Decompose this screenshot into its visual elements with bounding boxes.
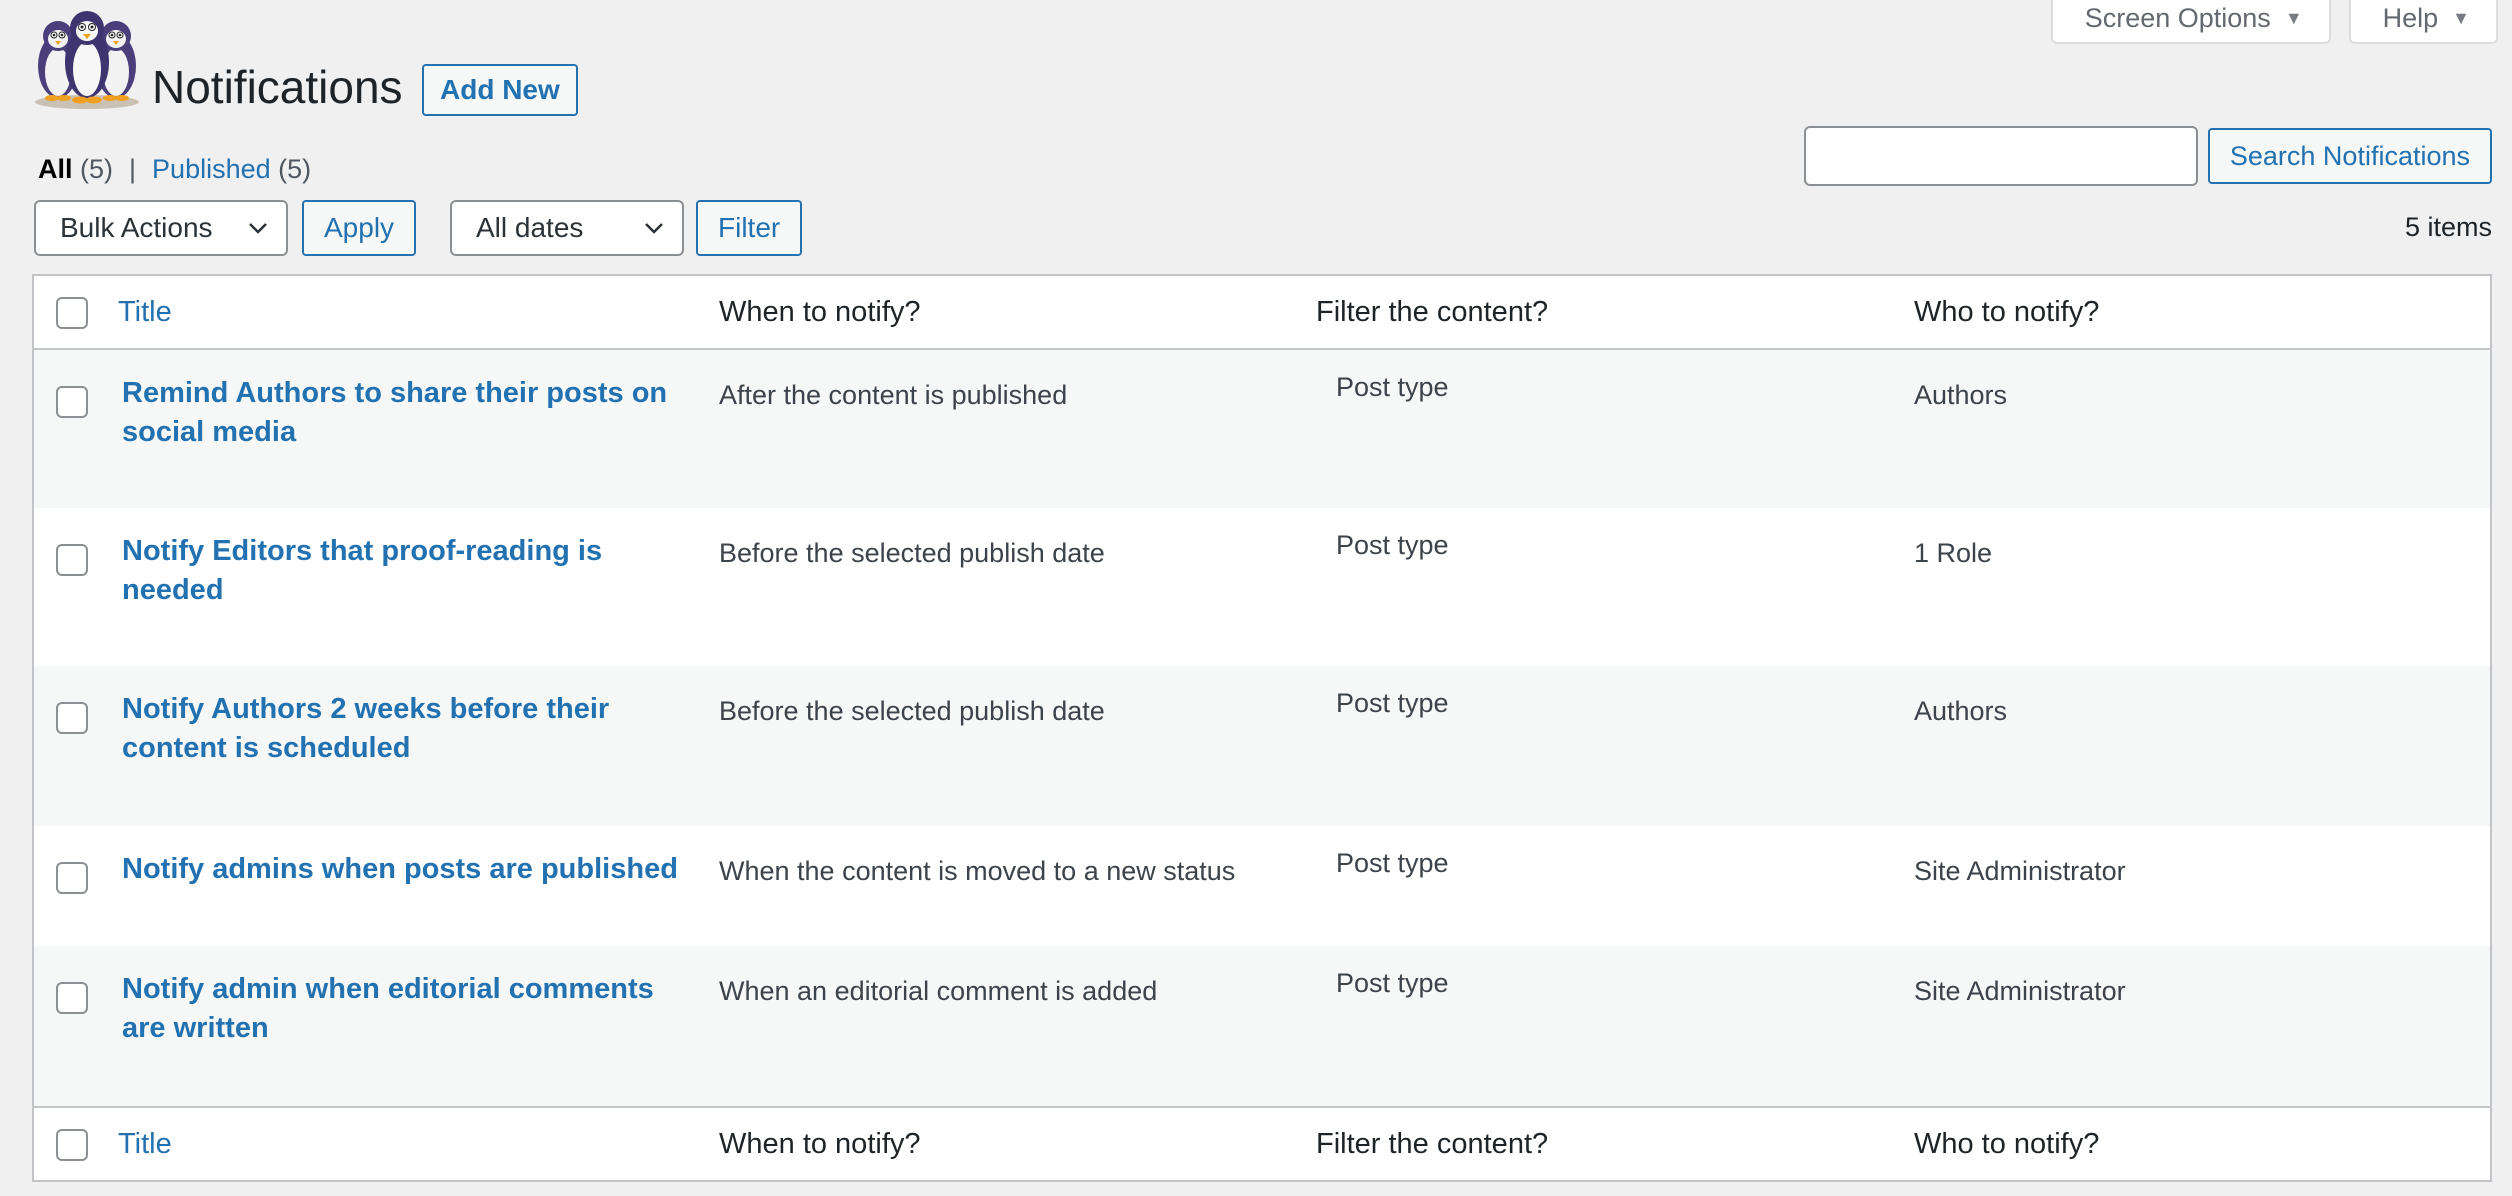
dates-value: All dates [476, 212, 584, 243]
bulk-actions-select[interactable]: Bulk Actions [34, 200, 288, 256]
title-line: Notify admin when editorial comments [122, 973, 654, 1005]
notification-title-link[interactable]: Notify Editors that proof-reading is nee… [122, 532, 682, 610]
penguins-logo [35, 11, 139, 109]
column-title-sortable-footer[interactable]: Title [118, 1128, 172, 1161]
search-notifications-button[interactable]: Search Notifications [2207, 128, 2492, 184]
notification-title-link[interactable]: Remind Authors to share their posts on s… [122, 374, 682, 452]
column-filter-footer: Filter the content? [1316, 1128, 1549, 1160]
when-cell: When the content is moved to a new statu… [719, 856, 1236, 886]
who-cell: Authors [1914, 696, 2008, 726]
filter-button[interactable]: Filter [696, 200, 803, 256]
column-when: When to notify? [719, 296, 921, 328]
view-all-label: All [38, 154, 73, 184]
apply-button[interactable]: Apply [302, 200, 417, 256]
title-line: social media [122, 416, 297, 448]
table-row: Notify Authors 2 weeks before their cont… [34, 666, 2490, 826]
caret-down-icon: ▼ [2284, 7, 2303, 28]
column-who: Who to notify? [1914, 296, 2100, 328]
chevron-down-icon [249, 223, 267, 234]
search-box: Search Notifications [1803, 126, 2492, 186]
row-checkbox[interactable] [56, 386, 88, 418]
status-views: All (5) | Published (5) [38, 154, 311, 185]
notification-title-link[interactable]: Notify Authors 2 weeks before their cont… [122, 690, 682, 768]
filter-cell: Post type [1336, 968, 1449, 998]
title-line: content is scheduled [122, 732, 411, 764]
title-line: Notify Editors that proof-reading is [122, 535, 603, 567]
row-checkbox[interactable] [56, 982, 88, 1014]
column-when-footer: When to notify? [719, 1128, 921, 1160]
bulk-actions-value: Bulk Actions [60, 212, 213, 243]
title-line: are written [122, 1012, 269, 1044]
page-title: Notifications [152, 61, 403, 113]
table-row: Notify admins when posts are published W… [34, 826, 2490, 946]
filter-cell: Post type [1336, 688, 1449, 718]
column-who-footer: Who to notify? [1914, 1128, 2100, 1160]
table-row: Remind Authors to share their posts on s… [34, 350, 2490, 508]
who-cell: Site Administrator [1914, 976, 2126, 1006]
table-header: Title When to notify? Filter the content… [34, 276, 2490, 350]
help-label: Help [2382, 2, 2439, 33]
notification-title-link[interactable]: Notify admin when editorial comments are… [122, 970, 682, 1048]
help-button[interactable]: Help ▼ [2348, 0, 2498, 44]
filter-cell: Post type [1336, 530, 1449, 560]
screen-meta-links: Screen Options ▼ Help ▼ [2050, 0, 2498, 44]
chevron-down-icon [645, 223, 663, 234]
table-footer: Title When to notify? Filter the content… [34, 1106, 2490, 1180]
column-title-sortable[interactable]: Title [118, 296, 172, 329]
screen-options-button[interactable]: Screen Options ▼ [2050, 0, 2331, 44]
title-line: Remind Authors to share their posts on [122, 377, 668, 409]
view-published-count: (5) [278, 154, 312, 184]
items-count: 5 items [2404, 212, 2492, 242]
search-input[interactable] [1803, 126, 2198, 186]
row-checkbox[interactable] [56, 544, 88, 576]
view-all[interactable]: All (5) [38, 154, 113, 185]
view-all-count: (5) [80, 154, 114, 184]
view-published[interactable]: Published (5) [152, 154, 311, 185]
when-cell: When an editorial comment is added [719, 976, 1158, 1006]
title-line: Notify admins when posts are published [122, 853, 678, 885]
view-separator: | [129, 154, 137, 184]
view-published-label: Published [152, 154, 271, 184]
filter-cell: Post type [1336, 848, 1449, 878]
select-all-checkbox[interactable] [56, 297, 88, 329]
notification-title-link[interactable]: Notify admins when posts are published [122, 850, 722, 889]
add-new-button[interactable]: Add New [422, 64, 578, 116]
who-cell: 1 Role [1914, 538, 1993, 568]
select-all-checkbox-footer[interactable] [56, 1129, 88, 1161]
who-cell: Site Administrator [1914, 856, 2126, 886]
who-cell: Authors [1914, 380, 2008, 410]
tablenav-top: Bulk Actions Apply All dates Filter 5 it… [34, 200, 2492, 258]
when-cell: After the content is published [719, 380, 1068, 410]
caret-down-icon: ▼ [2452, 7, 2470, 28]
notifications-table: Title When to notify? Filter the content… [32, 274, 2492, 1182]
dates-select[interactable]: All dates [450, 200, 684, 256]
row-checkbox[interactable] [56, 702, 88, 734]
title-line: Notify Authors 2 weeks before their [122, 693, 610, 725]
when-cell: Before the selected publish date [719, 538, 1105, 568]
when-cell: Before the selected publish date [719, 696, 1105, 726]
column-filter: Filter the content? [1316, 296, 1549, 328]
row-checkbox[interactable] [56, 862, 88, 894]
title-line: needed [122, 574, 224, 606]
filter-cell: Post type [1336, 372, 1449, 402]
screen-options-label: Screen Options [2084, 2, 2271, 33]
table-row: Notify Editors that proof-reading is nee… [34, 508, 2490, 666]
table-row: Notify admin when editorial comments are… [34, 946, 2490, 1106]
